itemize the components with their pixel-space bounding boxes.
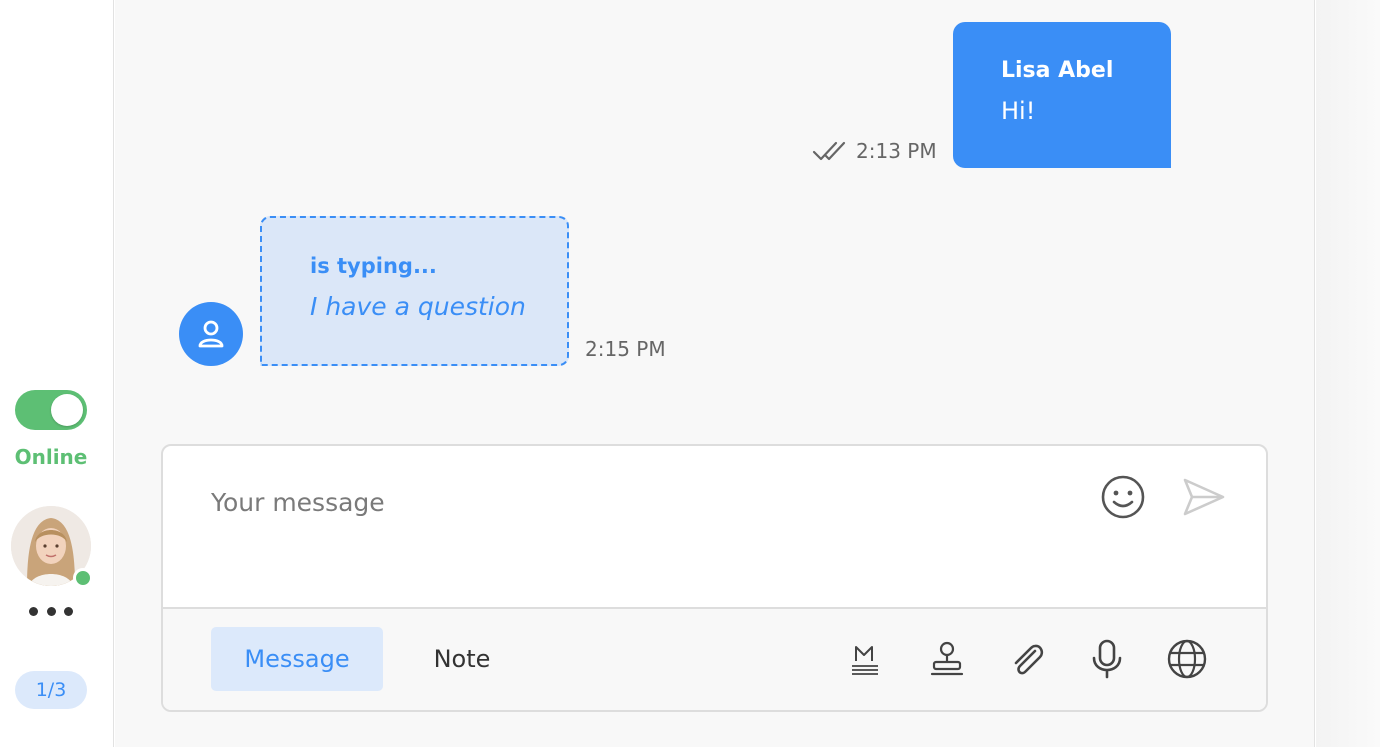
message-input[interactable]: [211, 484, 1061, 520]
message-composer: Message Note: [161, 444, 1268, 712]
markdown-icon: [852, 646, 878, 675]
send-button[interactable]: [1181, 474, 1227, 520]
message-time: 2:13 PM: [856, 139, 937, 163]
double-check-icon: [812, 141, 846, 161]
outgoing-message-meta: 2:13 PM: [812, 139, 937, 163]
send-icon: [1183, 478, 1225, 516]
online-status-toggle[interactable]: [15, 390, 87, 430]
toggle-knob: [51, 394, 83, 426]
translate-button[interactable]: [1165, 637, 1209, 681]
user-icon: [198, 320, 224, 348]
outgoing-message-bubble: Lisa Abel Hi!: [953, 22, 1171, 168]
smiley-icon: [1101, 475, 1145, 519]
chat-pager-badge[interactable]: 1/3: [15, 671, 87, 709]
microphone-icon: [1092, 639, 1122, 679]
markdown-button[interactable]: [845, 637, 889, 681]
paperclip-icon: [1014, 644, 1044, 675]
typing-preview-bubble: is typing... I have a question: [260, 216, 569, 366]
typing-preview-text: I have a question: [310, 292, 526, 321]
attach-button[interactable]: [1005, 637, 1049, 681]
dot: [64, 606, 73, 616]
voice-button[interactable]: [1085, 637, 1129, 681]
emoji-button[interactable]: [1099, 473, 1147, 521]
dot: [29, 606, 38, 616]
globe-icon: [1167, 639, 1207, 679]
visitor-avatar[interactable]: [179, 302, 243, 366]
typing-indicator-label: is typing...: [310, 254, 437, 278]
tab-note[interactable]: Note: [399, 627, 525, 691]
more-options-icon[interactable]: [29, 598, 73, 624]
message-author: Lisa Abel: [1001, 58, 1114, 83]
status-label: Online: [14, 445, 88, 469]
message-time: 2:15 PM: [585, 337, 666, 361]
dot: [46, 606, 56, 616]
message-text: Hi!: [1001, 97, 1036, 125]
composer-toolbar: Message Note: [163, 607, 1266, 710]
tab-message[interactable]: Message: [211, 627, 383, 691]
right-panel-edge: [1316, 0, 1380, 747]
agent-online-indicator: [73, 568, 93, 588]
chat-panel: 2:13 PM Lisa Abel Hi! is typing... I hav…: [115, 0, 1315, 747]
stamp-icon: [930, 641, 964, 676]
stamp-button[interactable]: [925, 637, 969, 681]
agent-sidebar: Online 1/3: [0, 0, 114, 747]
